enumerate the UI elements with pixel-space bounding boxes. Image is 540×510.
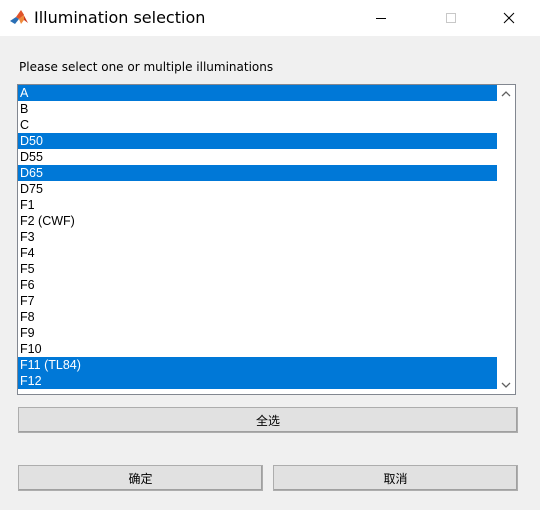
list-item[interactable]: F12 [18,373,497,389]
vertical-scrollbar[interactable] [497,85,515,394]
list-item[interactable]: F2 (CWF) [18,213,497,229]
illumination-list: A B C D50 D55 D65 D75 F1 F2 (CWF) F3 F4 F5 F6 F7 F8 F9 F… [18,85,497,389]
list-item[interactable]: F9 [18,325,497,341]
list-item[interactable]: F8 [18,309,497,325]
list-item[interactable]: F4 [18,245,497,261]
list-item[interactable]: D65 [18,165,497,181]
list-item[interactable]: B [18,101,497,117]
close-button[interactable] [486,0,532,36]
list-item[interactable]: D50 [18,133,497,149]
title-bar[interactable]: Illumination selection [0,0,540,36]
list-item[interactable]: F6 [18,277,497,293]
minimize-icon [376,18,386,19]
list-item[interactable]: C [18,117,497,133]
select-all-button[interactable]: 全选 [18,407,518,433]
window-title: Illumination selection [34,8,206,27]
prompt-label: Please select one or multiple illuminati… [19,60,274,74]
illumination-listbox[interactable]: A B C D50 D55 D65 D75 F1 F2 (CWF) F3 F4 F5 F6 F7 F8 F9 F… [17,84,516,395]
close-icon [503,12,515,24]
ok-button[interactable]: 确定 [18,465,263,491]
list-item[interactable]: D55 [18,149,497,165]
maximize-icon [446,13,456,23]
list-item[interactable]: F3 [18,229,497,245]
list-item[interactable]: F10 [18,341,497,357]
maximize-button[interactable] [428,0,474,36]
list-item[interactable]: F5 [18,261,497,277]
list-item[interactable]: F11 (TL84) [18,357,497,373]
list-item[interactable]: F1 [18,197,497,213]
list-item[interactable]: A [18,85,497,101]
list-item[interactable]: D75 [18,181,497,197]
cancel-button[interactable]: 取消 [273,465,518,491]
dialog-window: Illumination selection Please select one… [0,0,540,510]
matlab-icon [9,8,29,28]
chevron-down-icon [501,382,511,388]
minimize-button[interactable] [358,0,404,36]
chevron-up-icon [501,91,511,97]
scroll-up-button[interactable] [497,85,515,103]
list-item[interactable]: F7 [18,293,497,309]
scroll-down-button[interactable] [497,376,515,394]
